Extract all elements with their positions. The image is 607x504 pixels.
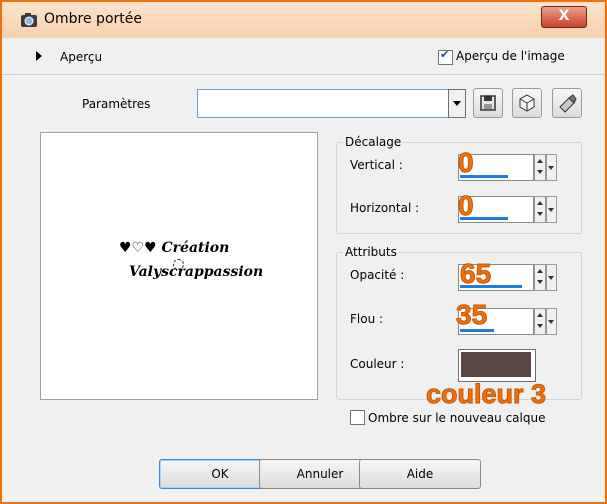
vertical-dropdown[interactable] xyxy=(546,154,557,181)
help-button[interactable]: Aide xyxy=(359,459,481,489)
close-button[interactable]: X xyxy=(541,6,587,28)
blur-label: Flou : xyxy=(350,312,384,326)
image-preview-checkbox[interactable] xyxy=(438,48,453,65)
shadow-color-swatch[interactable] xyxy=(458,349,536,382)
save-icon xyxy=(480,95,496,111)
expand-arrow-icon[interactable] xyxy=(36,51,42,61)
image-preview-panel[interactable]: ♥♡♥ Création Valyscrappassion xyxy=(40,132,318,400)
preview-toggle-label[interactable]: Aperçu xyxy=(60,50,102,64)
randomize-button[interactable] xyxy=(512,88,542,118)
dialog-window: Ombre portée X Aperçu Aperçu de l'image … xyxy=(0,0,607,504)
blur-dropdown[interactable] xyxy=(546,308,557,335)
new-layer-checkbox[interactable] xyxy=(350,410,365,425)
parameters-combobox[interactable] xyxy=(197,89,449,118)
opacity-value: 65 xyxy=(459,258,492,290)
image-preview-label[interactable]: Aperçu de l'image xyxy=(456,49,565,63)
attributes-group-title: Attributs xyxy=(343,245,399,259)
vertical-stepper[interactable] xyxy=(534,154,546,181)
blur-value: 35 xyxy=(455,299,488,331)
vertical-label: Vertical : xyxy=(350,158,403,172)
opacity-label: Opacité : xyxy=(350,268,405,282)
preview-text-line-2: Valyscrappassion xyxy=(129,264,264,280)
save-preset-button[interactable] xyxy=(473,88,503,118)
horizontal-stepper[interactable] xyxy=(534,196,546,223)
window-title: Ombre portée xyxy=(44,11,142,27)
blur-stepper[interactable] xyxy=(534,308,546,335)
opacity-stepper[interactable] xyxy=(534,264,546,291)
new-layer-label[interactable]: Ombre sur le nouveau calque xyxy=(368,411,545,425)
camera-icon xyxy=(21,13,37,27)
opacity-dropdown[interactable] xyxy=(546,264,557,291)
horizontal-label: Horizontal : xyxy=(350,201,420,215)
horizontal-value: 0 xyxy=(458,190,475,222)
vertical-value: 0 xyxy=(458,147,475,179)
shadow-color-fill xyxy=(461,352,531,377)
title-bar[interactable]: Ombre portée X xyxy=(2,2,605,38)
horizontal-dropdown[interactable] xyxy=(546,196,557,223)
reset-button[interactable] xyxy=(552,88,582,118)
eraser-icon xyxy=(559,94,577,113)
color-note: couleur 3 xyxy=(425,379,547,410)
color-label: Couleur : xyxy=(350,357,405,371)
dice-icon xyxy=(519,94,535,112)
offset-group-title: Décalage xyxy=(343,135,404,149)
parameters-dropdown-button[interactable] xyxy=(448,89,466,118)
parameters-label: Paramètres xyxy=(82,97,151,111)
preview-text-line-1: ♥♡♥ Création xyxy=(119,240,230,256)
